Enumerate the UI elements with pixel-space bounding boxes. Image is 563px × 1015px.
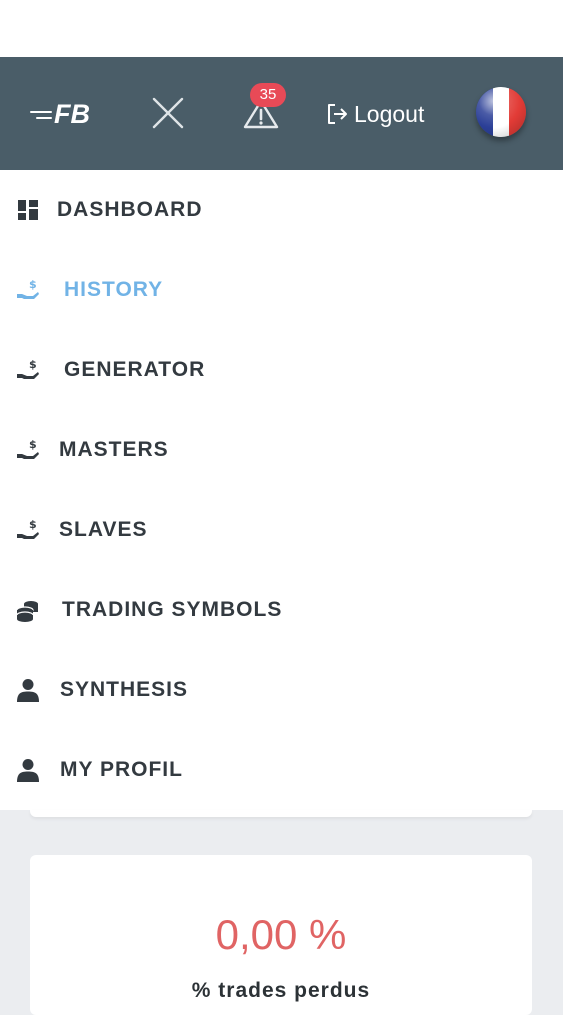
menu-item-dashboard[interactable]: DASHBOARD — [0, 170, 563, 250]
menu-item-history[interactable]: $ HISTORY — [0, 250, 563, 330]
hand-dollar-icon: $ — [17, 438, 39, 459]
top-blank-area — [0, 0, 563, 57]
card-bottom-edge — [30, 810, 532, 817]
menu-item-label: MY PROFIL — [60, 758, 183, 781]
menu-item-generator[interactable]: $ GENERATOR — [0, 330, 563, 410]
stat-value: 0,00 % — [215, 911, 347, 958]
logout-button[interactable]: Logout — [326, 97, 424, 131]
svg-text:$: $ — [29, 438, 37, 451]
menu-item-synthesis[interactable]: SYNTHESIS — [0, 650, 563, 730]
menu-item-trading-symbols[interactable]: TRADING SYMBOLS — [0, 570, 563, 650]
alert-count-badge: 35 — [250, 83, 286, 107]
hand-dollar-icon: $ — [17, 278, 39, 299]
svg-text:$: $ — [29, 278, 37, 291]
close-icon — [152, 97, 184, 129]
language-flag-button[interactable] — [476, 87, 526, 137]
logout-icon — [328, 104, 347, 124]
svg-text:$: $ — [29, 518, 37, 531]
menu-item-label: HISTORY — [64, 278, 164, 301]
svg-text:$: $ — [29, 358, 37, 371]
dashboard-icon — [18, 200, 38, 220]
coins-icon — [16, 601, 38, 622]
menu-item-slaves[interactable]: $ SLAVES — [0, 490, 563, 570]
menu-item-label: DASHBOARD — [57, 198, 203, 221]
brand-logo[interactable]: FB — [30, 97, 90, 131]
logo-lines-icon — [30, 111, 52, 119]
hand-dollar-icon: $ — [17, 518, 39, 539]
menu-item-masters[interactable]: $ MASTERS — [0, 410, 563, 490]
logout-label: Logout — [354, 100, 425, 127]
stat-label: % trades perdus — [191, 979, 371, 1002]
user-icon — [17, 679, 39, 702]
top-navbar: FB 35 Logout — [0, 57, 563, 170]
close-menu-button[interactable] — [150, 95, 186, 131]
stat-card: 0,00 % % trades perdus — [30, 855, 532, 1015]
menu-item-label: SYNTHESIS — [60, 678, 189, 701]
menu-item-label: SLAVES — [59, 518, 148, 541]
menu-item-my-profil[interactable]: MY PROFIL — [0, 730, 563, 810]
menu-item-label: TRADING SYMBOLS — [62, 598, 283, 621]
menu-item-label: GENERATOR — [64, 358, 206, 381]
side-menu: DASHBOARD $ HISTORY $ GENERATOR $ MASTER… — [0, 170, 563, 810]
menu-item-label: MASTERS — [59, 438, 169, 461]
user-icon — [17, 759, 39, 782]
logo-text: FB — [54, 98, 90, 129]
hand-dollar-icon: $ — [17, 358, 39, 379]
flag-gloss — [476, 87, 526, 137]
